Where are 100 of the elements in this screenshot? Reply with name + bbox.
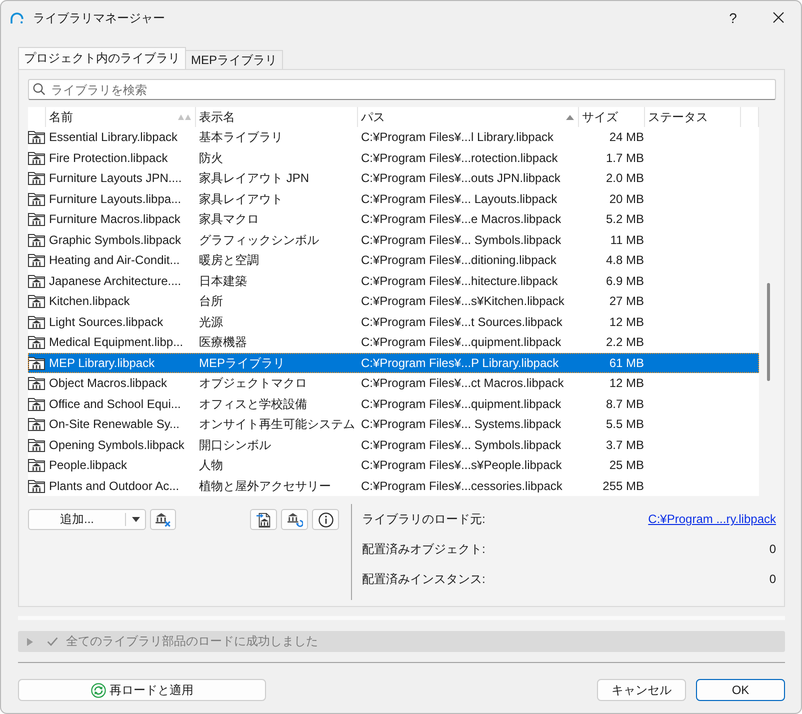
table-cell-text: People.libpack xyxy=(48,457,128,474)
split-button[interactable]: 追加... xyxy=(28,509,146,530)
table-cell-text: C:¥Program Files¥...outs JPN.libpack xyxy=(360,170,562,187)
info-label: ライブラリのロード元: xyxy=(362,511,486,528)
arc-logo-icon xyxy=(10,12,24,24)
library-row[interactable]: Plants and Outdoor Ac... 植物と屋外アクセサリー C:¥Program Files¥...cessories.libpack 255 MB xyxy=(28,476,759,496)
info-value: 0 xyxy=(769,571,776,588)
library-row[interactable]: Medical Equipment.libp... 医療機器 C:¥Program Files¥...quipment.libpack 2.2 MB xyxy=(28,332,759,352)
library-row[interactable]: Heating and Air-Condit... 暖房と空調 C:¥Program Files¥...ditioning.libpack 4.8 MB xyxy=(28,250,759,270)
building-remove-icon xyxy=(155,512,171,528)
tab[interactable]: プロジェクト内のライブラリ xyxy=(18,47,186,69)
status-text: 全てのライブラリ部品のロードに成功しました xyxy=(66,633,318,650)
table-cell-text: 61 MB xyxy=(608,354,645,372)
info-button[interactable] xyxy=(312,509,339,530)
column-header[interactable]: パス xyxy=(358,107,579,127)
remove-library-button[interactable] xyxy=(150,509,176,530)
table-cell-text: Heating and Air-Condit... xyxy=(48,252,181,269)
table-cell-text: 光源 xyxy=(198,314,224,330)
source-path-link[interactable]: C:¥Program ...ry.libpack xyxy=(648,509,776,529)
library-row[interactable]: Japanese Architecture.... 日本建築 C:¥Program Files¥...hitecture.libpack 6.9 MB xyxy=(28,270,759,291)
search-field[interactable]: ライブラリを検索 xyxy=(28,79,776,100)
table-cell-text: Furniture Macros.libpack xyxy=(48,211,182,228)
table-cell-text: C:¥Program Files¥...s¥Kitchen.libpack xyxy=(360,293,566,310)
table-cell-text: 11 MB xyxy=(609,232,645,248)
library-row[interactable]: People.libpack 人物 C:¥Program Files¥...s¥People.libpack 25 MB xyxy=(28,455,759,476)
import-button[interactable] xyxy=(250,509,277,530)
table-cell-text: Japanese Architecture.... xyxy=(48,272,182,290)
table-cell-text: Office and School Equi... xyxy=(48,396,182,412)
table-cell-text: 3.7 MB xyxy=(604,436,645,454)
column-header[interactable]: サイズ xyxy=(579,107,645,127)
table-cell-text: 開口シンボル xyxy=(198,436,272,454)
table-cell-text: Furniture Layouts JPN.... xyxy=(48,170,183,187)
library-row[interactable]: Graphic Symbols.libpack グラフィックシンボル C:¥Program Files¥... Symbols.libpack 11 MB xyxy=(28,230,759,250)
table-cell-text: 5.5 MB xyxy=(604,416,645,433)
table-cell-text: 家具レイアウト JPN xyxy=(198,170,310,187)
table-cell-text: C:¥Program Files¥...l Library.libpack xyxy=(360,129,555,146)
library-row[interactable]: MEP Library.libpack MEPライブラリ C:¥Program Files¥...P Library.libpack 61 MB xyxy=(28,352,759,373)
table-cell-text: 12 MB xyxy=(608,314,645,330)
info-value: 0 xyxy=(769,541,776,558)
table-cell-text: Plants and Outdoor Ac... xyxy=(48,478,180,494)
search-icon xyxy=(33,83,45,95)
reload-library-button[interactable] xyxy=(281,509,308,530)
table-cell-text: C:¥Program Files¥... Symbols.libpack xyxy=(360,436,562,454)
add-button[interactable]: 追加... xyxy=(29,510,125,529)
table-cell-text: オンサイト再生可能システム xyxy=(198,416,356,433)
table-cell-text: 防火 xyxy=(198,150,224,166)
table-cell-text: C:¥Program Files¥...quipment.libpack xyxy=(360,396,562,412)
table-cell-text: 2.0 MB xyxy=(604,170,645,187)
cancel-button[interactable]: キャンセル xyxy=(597,679,686,701)
table-cell-text: オブジェクトマクロ xyxy=(198,375,308,392)
tab[interactable]: MEPライブラリ xyxy=(186,50,284,69)
library-row[interactable]: Kitchen.libpack 台所 C:¥Program Files¥...s¥Kitchen.libpack 27 MB xyxy=(28,291,759,312)
table-cell-text: C:¥Program Files¥... Systems.libpack xyxy=(360,416,562,433)
library-row[interactable]: Furniture Layouts JPN.... 家具レイアウト JPN C:¥Program Files¥...outs JPN.libpack 2.0 MB xyxy=(28,168,759,188)
table-cell-text: 12 MB xyxy=(608,375,645,392)
library-row[interactable]: Furniture Macros.libpack 家具マクロ C:¥Program Files¥...e Macros.libpack 5.2 MB xyxy=(28,209,759,230)
reload-apply-button[interactable]: 再ロードと適用 xyxy=(18,679,266,701)
table-cell-text: C:¥Program Files¥...hitecture.libpack xyxy=(360,272,559,290)
column-header[interactable]: 表示名 xyxy=(196,107,358,127)
table-cell-text: 20 MB xyxy=(608,190,645,208)
close-icon xyxy=(772,12,784,23)
table-cell-text: C:¥Program Files¥...ditioning.libpack xyxy=(360,252,558,269)
column-header[interactable]: ステータス xyxy=(645,107,741,127)
table-cell-text: C:¥Program Files¥... Layouts.libpack xyxy=(360,190,558,208)
table-cell-text: 日本建築 xyxy=(198,272,248,290)
table-cell-text: 2.2 MB xyxy=(604,334,645,351)
table-cell-text: On-Site Renewable Sy... xyxy=(48,416,181,433)
table-cell-text: 24 MB xyxy=(608,129,645,146)
library-row[interactable]: Opening Symbols.libpack 開口シンボル C:¥Program Files¥... Symbols.libpack 3.7 MB xyxy=(28,434,759,455)
table-cell-text: Object Macros.libpack xyxy=(48,375,168,392)
table-cell-text: 家具マクロ xyxy=(198,211,260,228)
help-button[interactable]: ? xyxy=(711,1,755,34)
info-label: 配置済みインスタンス: xyxy=(362,571,486,588)
library-row[interactable]: Office and School Equi... オフィスと学校設備 C:¥Program Files¥...quipment.libpack 8.7 MB xyxy=(28,394,759,414)
table-cell-text: C:¥Program Files¥...cessories.libpack xyxy=(360,478,564,494)
caret-down-icon xyxy=(132,517,140,522)
scrollbar-thumb[interactable] xyxy=(767,283,770,381)
table-cell-text: Furniture Layouts.libpa... xyxy=(48,190,182,208)
library-row[interactable]: Light Sources.libpack 光源 C:¥Program Files¥...t Sources.libpack 12 MB xyxy=(28,312,759,332)
table-cell-text: 基本ライブラリ xyxy=(198,129,284,146)
table-cell-text: 8.7 MB xyxy=(604,396,645,412)
table-cell-text: C:¥Program Files¥... Symbols.libpack xyxy=(360,232,562,248)
library-row[interactable]: Fire Protection.libpack 防火 C:¥Program Files¥...rotection.libpack 1.7 MB xyxy=(28,148,759,168)
library-row[interactable]: Furniture Layouts.libpa... 家具レイアウト C:¥Program Files¥... Layouts.libpack 20 MB xyxy=(28,188,759,209)
table-cell-text: 27 MB xyxy=(608,293,645,310)
column-header[interactable]: 名前 xyxy=(46,107,196,127)
ok-button[interactable]: OK xyxy=(696,679,785,701)
info-icon xyxy=(318,512,334,528)
table-cell-text: グラフィックシンボル xyxy=(198,232,320,248)
table-cell-text: Essential Library.libpack xyxy=(48,129,179,146)
table-cell-text: MEP Library.libpack xyxy=(48,354,156,372)
table-cell-text: C:¥Program Files¥...e Macros.libpack xyxy=(360,211,562,228)
library-row[interactable]: Object Macros.libpack オブジェクトマクロ C:¥Program Files¥...ct Macros.libpack 12 MB xyxy=(28,373,759,394)
library-row[interactable]: Essential Library.libpack 基本ライブラリ C:¥Program Files¥...l Library.libpack 24 MB xyxy=(28,127,759,148)
table-cell-text: Medical Equipment.libp... xyxy=(48,334,184,351)
library-row[interactable]: On-Site Renewable Sy... オンサイト再生可能システム C:¥Program Files¥... Systems.libpack 5.5 MB xyxy=(28,414,759,434)
refresh-icon xyxy=(90,682,106,698)
table-cell-text: 1.7 MB xyxy=(604,150,645,166)
table-cell-text: 255 MB xyxy=(602,478,645,494)
info-label: 配置済みオブジェクト: xyxy=(362,541,486,558)
